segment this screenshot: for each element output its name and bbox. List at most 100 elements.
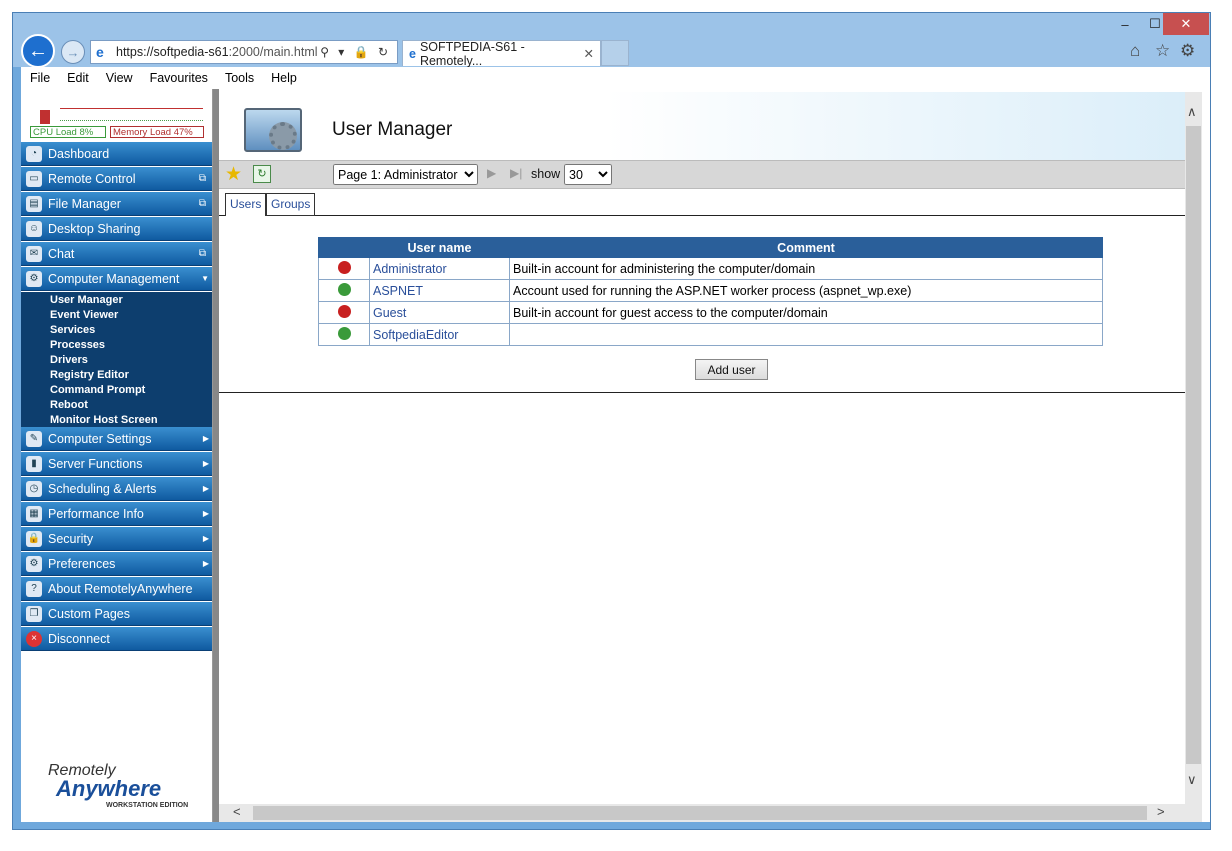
page-header: User Manager	[219, 92, 1185, 160]
page-select[interactable]: Page 1: Administrator	[333, 164, 478, 185]
remotelyanywhere-logo: Remotely Anywhere WORKSTATION EDITION	[48, 762, 198, 817]
popout-icon[interactable]: ⧉	[199, 198, 206, 209]
user-name-link[interactable]: Administrator	[369, 257, 510, 280]
address-bar[interactable]: e https://softpedia-s61:2000/main.html ⚲…	[90, 40, 398, 64]
favorite-star-icon[interactable]: ★	[225, 163, 242, 186]
lock-icon: 🔒	[26, 530, 42, 547]
user-status-cell	[318, 279, 370, 302]
menu-file[interactable]: File	[30, 71, 50, 85]
nav-server-functions[interactable]: ▮ Server Functions ▶	[21, 452, 212, 476]
scheduling-icon: ◷	[26, 480, 42, 497]
scroll-left-icon[interactable]: <	[233, 804, 241, 819]
show-label: show	[531, 167, 561, 181]
nav-custom-pages[interactable]: ❐ Custom Pages	[21, 602, 212, 626]
favorites-icon[interactable]: ☆	[1155, 41, 1170, 61]
scroll-right-icon[interactable]: >	[1157, 804, 1165, 819]
tab-groups[interactable]: Groups	[266, 193, 316, 216]
sub-registry-editor[interactable]: Registry Editor	[50, 369, 129, 381]
refresh-icon[interactable]: ↻	[253, 165, 271, 183]
table-row: SoftpediaEditor	[318, 323, 1103, 346]
tab-close-icon[interactable]: ✕	[584, 46, 594, 61]
nav-label: Computer Management	[48, 271, 180, 286]
nav-label: About RemotelyAnywhere	[48, 581, 193, 596]
sub-command-prompt[interactable]: Command Prompt	[50, 384, 145, 396]
sub-services[interactable]: Services	[50, 324, 95, 336]
nav-remote-control[interactable]: ▭ Remote Control ⧉	[21, 167, 212, 191]
scroll-up-icon[interactable]: ∧	[1187, 104, 1197, 120]
ie-icon: e	[96, 44, 104, 60]
dashboard-icon: ◔	[26, 145, 42, 162]
nav-computer-settings[interactable]: ✎ Computer Settings ▶	[21, 427, 212, 451]
sub-processes[interactable]: Processes	[50, 339, 105, 351]
nav-scheduling-alerts[interactable]: ◷ Scheduling & Alerts ▶	[21, 477, 212, 501]
nav-chat[interactable]: ✉ Chat ⧉	[21, 242, 212, 266]
user-comment: Account used for running the ASP.NET wor…	[509, 279, 1103, 302]
nav-computer-management[interactable]: ⚙ Computer Management ▼	[21, 267, 212, 291]
tab-users[interactable]: Users	[225, 193, 267, 216]
computer-settings-icon: ✎	[26, 430, 42, 447]
nav-dashboard[interactable]: ◔ Dashboard	[21, 142, 212, 166]
column-header-comment: Comment	[509, 237, 1103, 258]
chevron-right-icon: ▶	[202, 459, 209, 468]
tab-bar: Users Groups	[219, 193, 1185, 216]
help-icon: ?	[26, 580, 42, 597]
separator-line	[219, 392, 1185, 393]
users-table: User name Comment Administrator Built-in…	[318, 237, 1103, 346]
scroll-down-icon[interactable]: ∨	[1187, 772, 1197, 788]
last-page-icon[interactable]: ▶|	[510, 166, 522, 180]
nav-about[interactable]: ? About RemotelyAnywhere	[21, 577, 212, 601]
menu-favourites[interactable]: Favourites	[150, 71, 208, 85]
sub-reboot[interactable]: Reboot	[50, 399, 88, 411]
user-icon	[337, 326, 351, 340]
nav-desktop-sharing[interactable]: ☺ Desktop Sharing	[21, 217, 212, 241]
nav-label: Computer Settings	[48, 431, 152, 446]
nav-preferences[interactable]: ⚙ Preferences ▶	[21, 552, 212, 576]
nav-label: Dashboard	[48, 146, 110, 161]
sub-drivers[interactable]: Drivers	[50, 354, 88, 366]
column-header-icon	[318, 237, 370, 258]
toolbar: ★ ↻ Page 1: Administrator ▶ ▶| show 30	[219, 160, 1185, 189]
next-page-icon[interactable]: ▶	[487, 166, 496, 180]
browser-tab[interactable]: e SOFTPEDIA-S61 - Remotely... ✕	[402, 40, 601, 68]
home-icon[interactable]: ⌂	[1130, 41, 1140, 61]
user-name-link[interactable]: Guest	[369, 301, 510, 324]
close-button[interactable]: ✕	[1163, 13, 1209, 35]
new-tab-button[interactable]	[601, 40, 629, 66]
table-row: ASPNET Account used for running the ASP.…	[318, 279, 1103, 302]
show-count-select[interactable]: 30	[564, 164, 612, 185]
nav-performance-info[interactable]: ▦ Performance Info ▶	[21, 502, 212, 526]
logo-line2: Anywhere	[56, 776, 162, 801]
menu-help[interactable]: Help	[271, 71, 297, 85]
minimize-button[interactable]: –	[1110, 13, 1140, 35]
sub-event-viewer[interactable]: Event Viewer	[50, 309, 118, 321]
chevron-right-icon: ▶	[202, 559, 209, 568]
back-button[interactable]: ←	[21, 34, 55, 68]
scroll-thumb[interactable]	[253, 806, 1147, 820]
sub-user-manager[interactable]: User Manager	[50, 294, 123, 306]
popout-icon[interactable]: ⧉	[199, 173, 206, 184]
nav-security[interactable]: 🔒 Security ▶	[21, 527, 212, 551]
popout-icon[interactable]: ⧉	[199, 248, 206, 259]
user-status-cell	[318, 323, 370, 346]
sub-monitor-host-screen[interactable]: Monitor Host Screen	[50, 414, 158, 426]
gear-icon: ⚙	[26, 555, 42, 572]
nav-file-manager[interactable]: ▤ File Manager ⧉	[21, 192, 212, 216]
menu-tools[interactable]: Tools	[225, 71, 254, 85]
settings-icon[interactable]: ⚙	[1180, 41, 1195, 61]
menu-view[interactable]: View	[106, 71, 133, 85]
forward-button[interactable]: →	[61, 40, 85, 64]
horizontal-scrollbar[interactable]: < >	[219, 804, 1202, 822]
nav-disconnect[interactable]: × Disconnect	[21, 627, 212, 651]
cpu-graph-line	[60, 120, 203, 121]
gear-icon	[269, 122, 297, 150]
user-name-link[interactable]: ASPNET	[369, 279, 510, 302]
add-user-button[interactable]: Add user	[695, 359, 768, 380]
vertical-scrollbar[interactable]: ∧ ∨	[1185, 92, 1202, 804]
address-tools-icon[interactable]: ⚲ ▾ 🔒 ↻	[320, 45, 391, 59]
user-name-link[interactable]: SoftpediaEditor	[369, 323, 510, 346]
nav-label: Disconnect	[48, 631, 110, 646]
server-functions-icon: ▮	[26, 455, 42, 472]
nav-label: Desktop Sharing	[48, 221, 141, 236]
menu-edit[interactable]: Edit	[67, 71, 89, 85]
scroll-thumb[interactable]	[1186, 126, 1201, 764]
